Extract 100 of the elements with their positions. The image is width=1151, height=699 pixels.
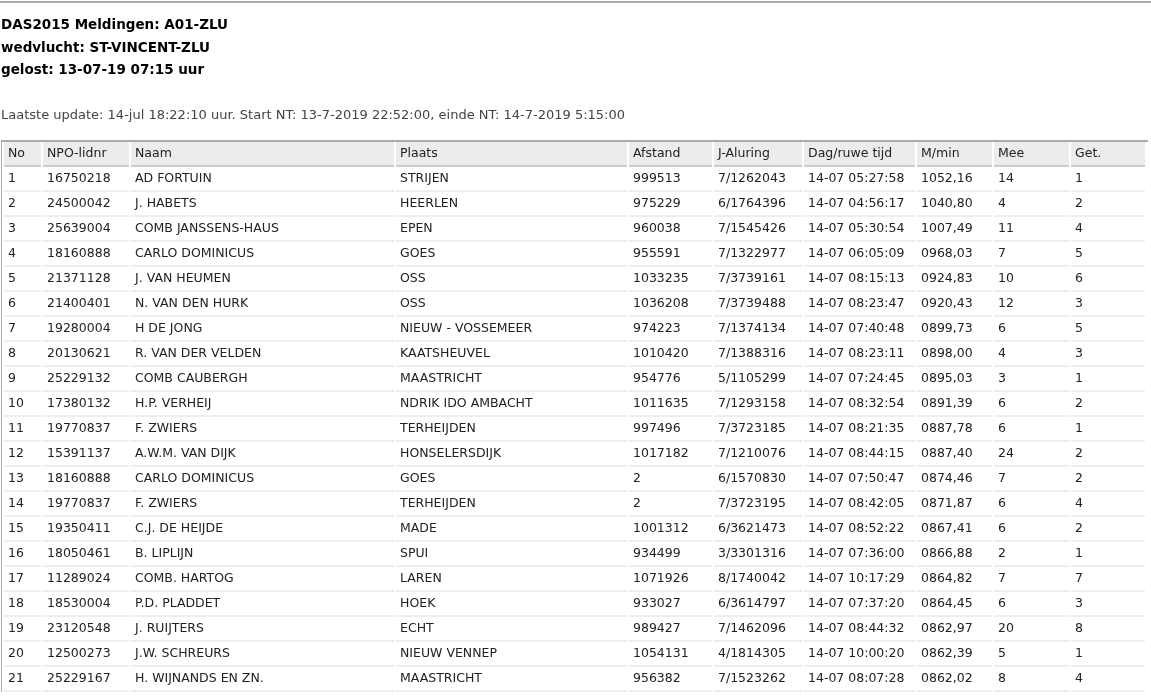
table-cell: 6 xyxy=(1071,266,1145,292)
table-cell: 13 xyxy=(4,466,41,492)
table-cell: 997496 xyxy=(629,416,712,442)
table-cell: 19770837 xyxy=(43,416,129,442)
table-cell: 14-07 10:00:20 xyxy=(804,641,915,667)
table-cell: 14-07 08:44:32 xyxy=(804,616,915,642)
table-cell: 8 xyxy=(1071,616,1145,642)
table-cell: 0862,02 xyxy=(917,666,992,692)
table-cell: COMB JANSSENS-HAUS xyxy=(131,216,394,242)
table-cell: 1 xyxy=(1071,166,1145,192)
column-header[interactable]: No xyxy=(4,141,41,167)
column-header[interactable]: M/min xyxy=(917,141,992,167)
table-cell: 7 xyxy=(1071,566,1145,592)
column-header[interactable]: Mee xyxy=(994,141,1069,167)
table-cell: 6 xyxy=(994,316,1069,342)
table-cell: 989427 xyxy=(629,616,712,642)
table-cell: 19 xyxy=(4,616,41,642)
table-cell: 8 xyxy=(4,341,41,367)
table-cell: 7/1262043 xyxy=(714,166,802,192)
table-cell: 10 xyxy=(994,266,1069,292)
table-cell: 16 xyxy=(4,541,41,567)
table-cell: 1011635 xyxy=(629,391,712,417)
table-cell: 6 xyxy=(994,516,1069,542)
table-cell: 20130621 xyxy=(43,341,129,367)
table-cell: 7/3739488 xyxy=(714,291,802,317)
table-cell: HEERLEN xyxy=(396,191,627,217)
table-cell: LAREN xyxy=(396,566,627,592)
table-cell: 14-07 07:50:47 xyxy=(804,466,915,492)
table-cell: 0887,78 xyxy=(917,416,992,442)
column-header[interactable]: Plaats xyxy=(396,141,627,167)
table-cell: 17 xyxy=(4,566,41,592)
column-header[interactable]: Afstand xyxy=(629,141,712,167)
table-cell: 5 xyxy=(994,641,1069,667)
table-cell: 933027 xyxy=(629,591,712,617)
table-cell: 14-07 07:36:00 xyxy=(804,541,915,567)
column-header[interactable]: NPO-lidnr xyxy=(43,141,129,167)
page-heading: gelost: 13-07-19 07:15 uur xyxy=(1,60,206,79)
table-cell: 974223 xyxy=(629,316,712,342)
table-cell: 1017182 xyxy=(629,441,712,467)
table-cell: 18530004 xyxy=(43,591,129,617)
table-cell: 0871,87 xyxy=(917,491,992,517)
table-cell: 16750218 xyxy=(43,166,129,192)
column-header[interactable]: J-Aluring xyxy=(714,141,802,167)
table-cell: 3 xyxy=(1071,591,1145,617)
table-cell: B. LIPLIJN xyxy=(131,541,394,567)
table-cell: 14 xyxy=(4,491,41,517)
table-cell: 14-07 04:56:17 xyxy=(804,191,915,217)
column-header[interactable]: Dag/ruwe tijd xyxy=(804,141,915,167)
table-cell: 5 xyxy=(4,266,41,292)
table-cell: 19350411 xyxy=(43,516,129,542)
table-cell: J.W. SCHREURS xyxy=(131,641,394,667)
table-cell: KAATSHEUVEL xyxy=(396,341,627,367)
table-cell: 14-07 07:37:20 xyxy=(804,591,915,617)
table-cell: 3 xyxy=(1071,341,1145,367)
table-cell: 19770837 xyxy=(43,491,129,517)
table-cell: 2 xyxy=(1071,516,1145,542)
table-cell: NIEUW VENNEP xyxy=(396,641,627,667)
table-cell: MADE xyxy=(396,516,627,542)
table-cell: 0866,88 xyxy=(917,541,992,567)
page-heading: wedvlucht: ST-VINCENT-ZLU xyxy=(1,37,211,57)
page-heading: DAS2015 Meldingen: A01-ZLU xyxy=(1,15,229,34)
table-cell: 0864,82 xyxy=(917,566,992,592)
table-cell: 7/1523262 xyxy=(714,666,802,692)
table-cell: 21400401 xyxy=(43,291,129,317)
table-cell: 18160888 xyxy=(43,466,129,492)
table-cell: H.P. VERHEIJ xyxy=(131,391,394,417)
table-cell: J. VAN HEUMEN xyxy=(131,266,394,292)
table-cell: 14-07 08:23:11 xyxy=(804,341,915,367)
table-cell: 0891,39 xyxy=(917,391,992,417)
table-cell: 1 xyxy=(1071,416,1145,442)
table-cell: R. VAN DER VELDEN xyxy=(131,341,394,367)
table-cell: 7/1545426 xyxy=(714,216,802,242)
table-cell: 21 xyxy=(4,666,41,692)
table-cell: COMB. HARTOG xyxy=(131,566,394,592)
table-cell: H. WIJNANDS EN ZN. xyxy=(131,666,394,692)
table-cell: 0924,83 xyxy=(917,266,992,292)
column-header[interactable]: Naam xyxy=(131,141,394,167)
table-cell: EPEN xyxy=(396,216,627,242)
table-cell: J. RUIJTERS xyxy=(131,616,394,642)
table-cell: 24500042 xyxy=(43,191,129,217)
table-cell: 0862,39 xyxy=(917,641,992,667)
table-cell: 5/1105299 xyxy=(714,366,802,392)
table-cell: 21371128 xyxy=(43,266,129,292)
table-cell: 0862,97 xyxy=(917,616,992,642)
table-cell: 19280004 xyxy=(43,316,129,342)
table-cell: 14-07 08:21:35 xyxy=(804,416,915,442)
table-cell: OSS xyxy=(396,266,627,292)
table-cell: NDRIK IDO AMBACHT xyxy=(396,391,627,417)
table-cell: 9 xyxy=(4,366,41,392)
table-cell: 8 xyxy=(994,666,1069,692)
table-cell: 14-07 10:17:29 xyxy=(804,566,915,592)
table-cell: HOEK xyxy=(396,591,627,617)
table-cell: 6 xyxy=(994,416,1069,442)
table-cell: 6/1764396 xyxy=(714,191,802,217)
table-cell: 2 xyxy=(994,541,1069,567)
table-cell: 25229167 xyxy=(43,666,129,692)
table-cell: 4 xyxy=(1071,216,1145,242)
column-header[interactable]: Get. xyxy=(1071,141,1145,167)
table-cell: 14-07 07:24:45 xyxy=(804,366,915,392)
table-cell: HONSELERSDIJK xyxy=(396,441,627,467)
